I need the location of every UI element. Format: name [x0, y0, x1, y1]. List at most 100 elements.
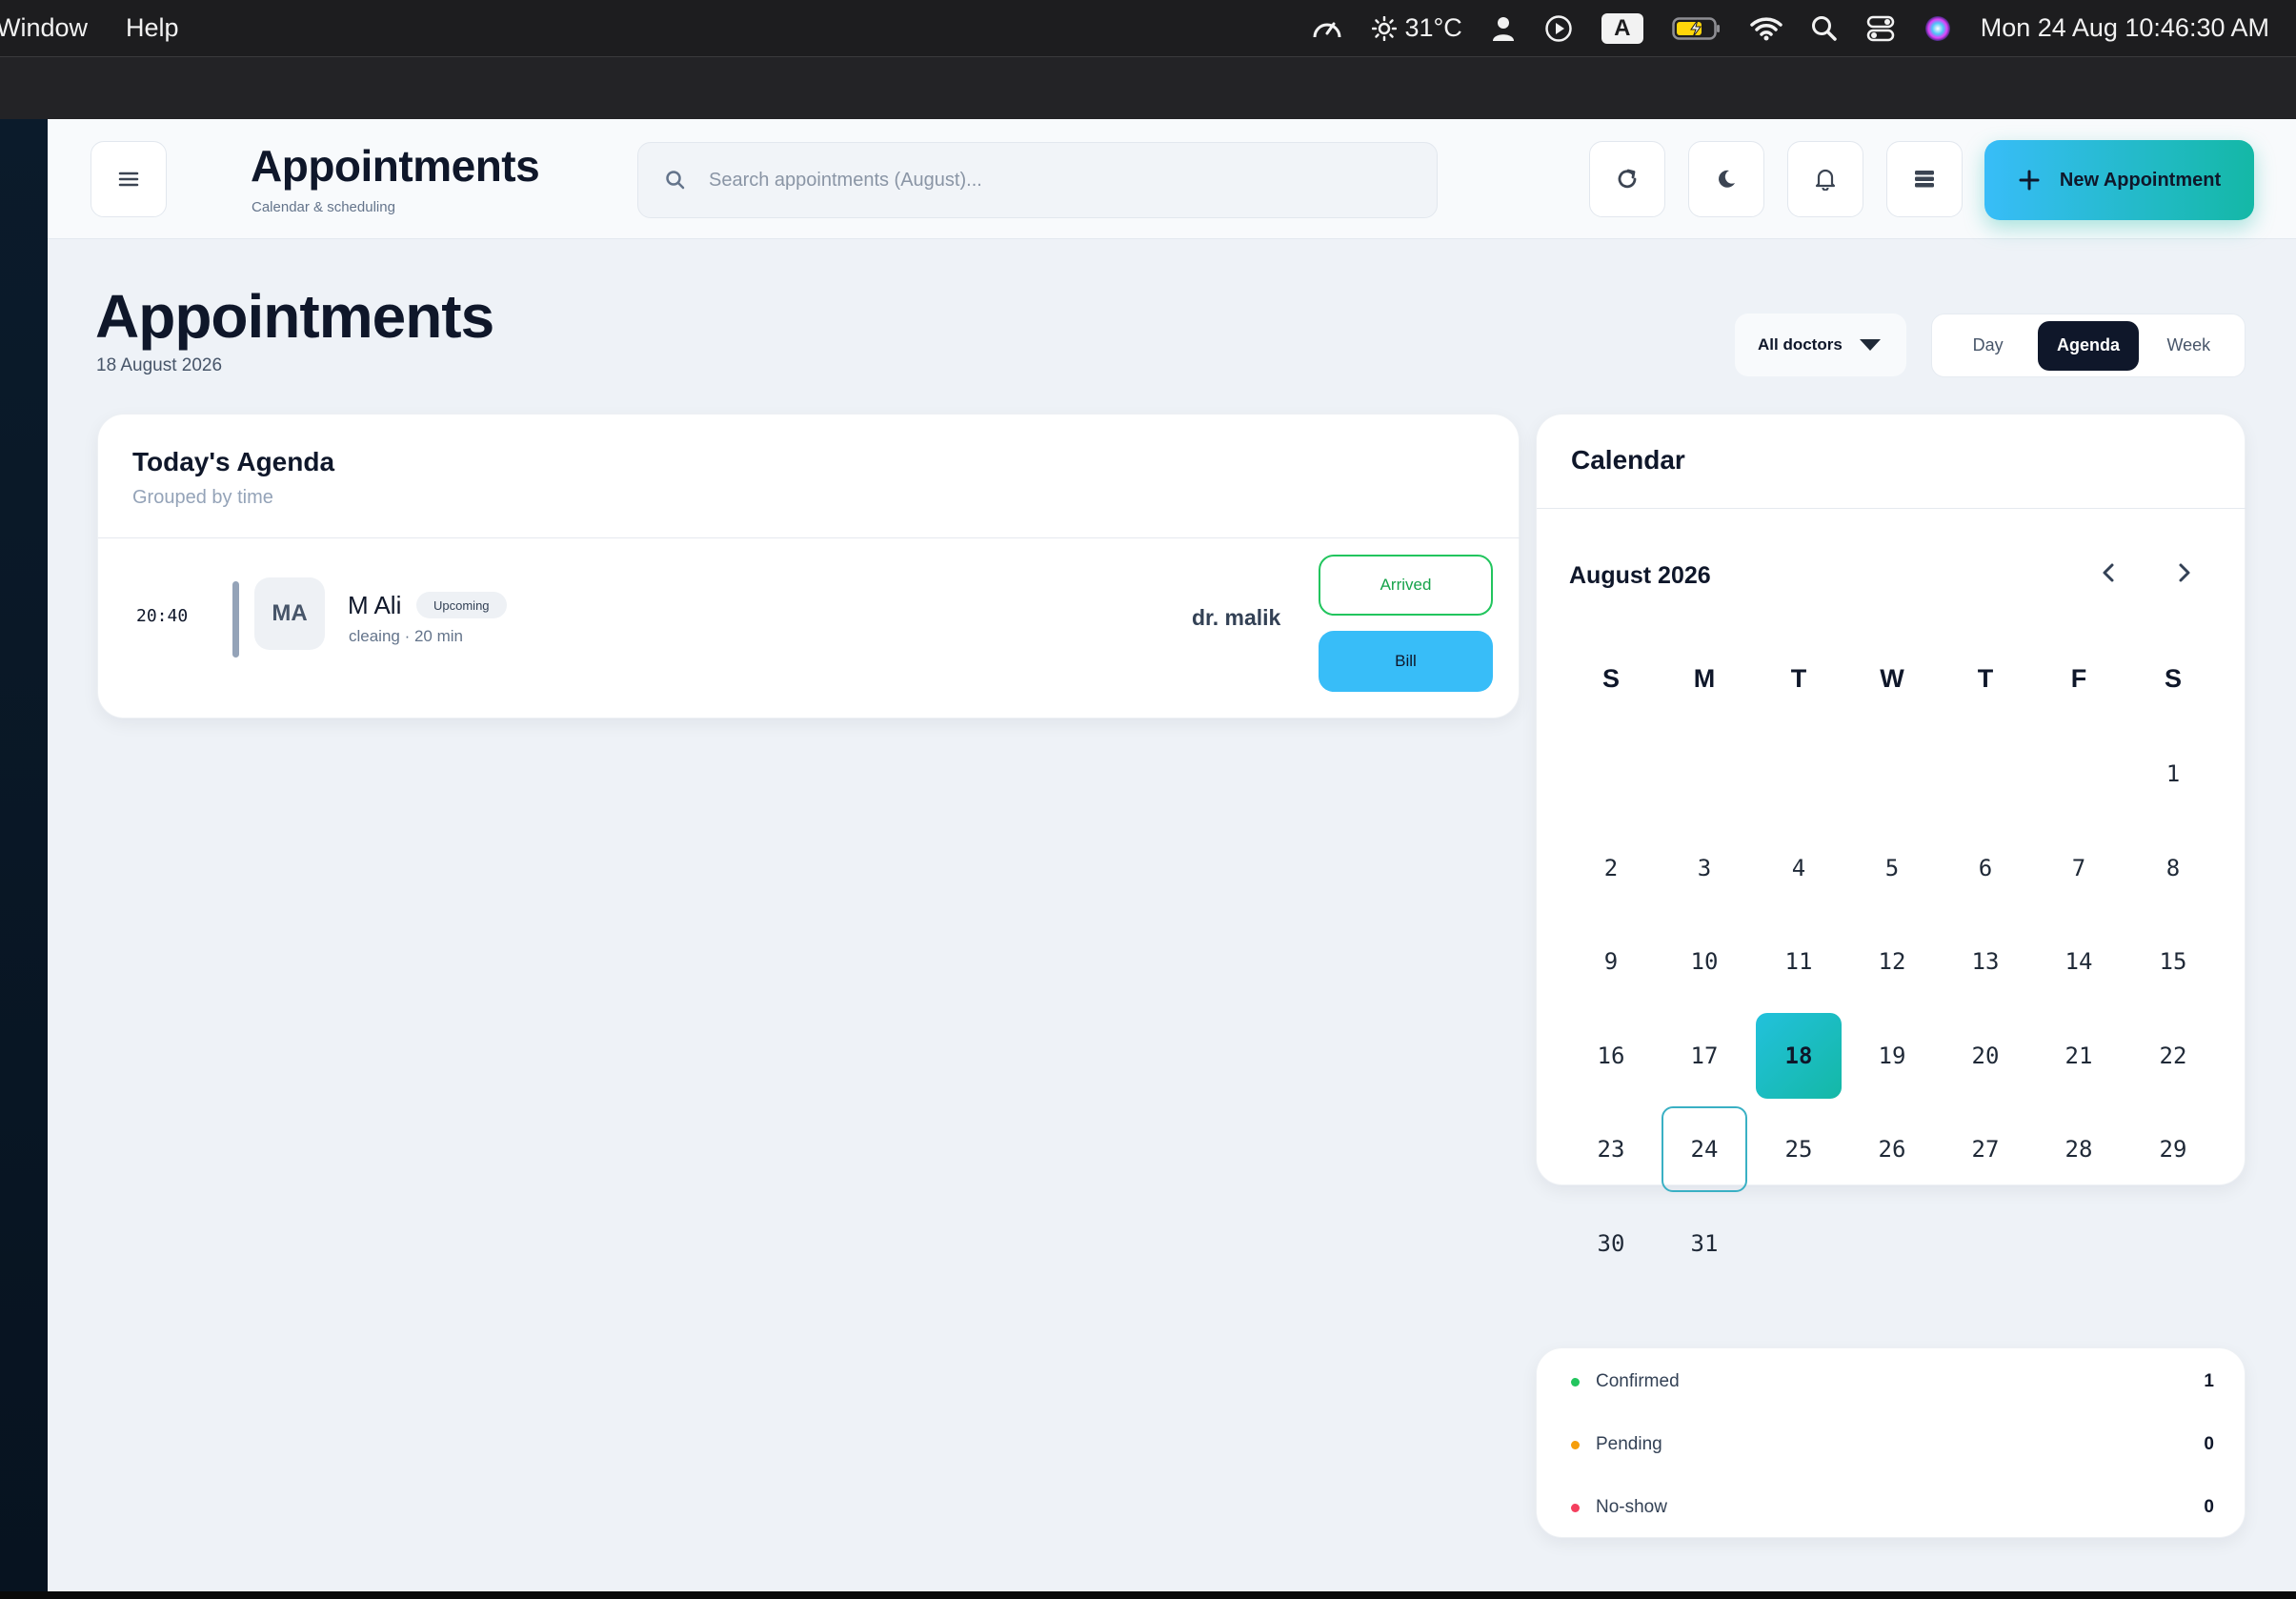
prev-month-button[interactable]: [2089, 554, 2127, 592]
refresh-button[interactable]: [1589, 141, 1665, 217]
calendar-day[interactable]: 17: [1662, 1013, 1747, 1099]
doctor-filter-select[interactable]: All doctors: [1735, 314, 1906, 376]
page-date: 18 August 2026: [96, 355, 223, 375]
bell-icon: [1815, 168, 1836, 191]
calendar-day[interactable]: 23: [1568, 1106, 1654, 1192]
calendar-day[interactable]: 14: [2036, 919, 2122, 1004]
bill-button[interactable]: Bill: [1319, 631, 1493, 692]
next-month-button[interactable]: [2165, 554, 2204, 592]
patient-name[interactable]: M Ali: [348, 591, 401, 620]
calendar-day[interactable]: 25: [1756, 1106, 1842, 1192]
spotlight-search-icon[interactable]: [1811, 15, 1838, 42]
page-title: Appointments: [95, 282, 494, 351]
calendar-day[interactable]: 15: [2130, 919, 2216, 1004]
weekday-header: W: [1880, 664, 1904, 693]
bottom-edge: [0, 1591, 2296, 1599]
control-center-icon[interactable]: [1866, 15, 1895, 42]
menu-window[interactable]: Window: [0, 13, 88, 43]
notifications-button[interactable]: [1787, 141, 1863, 217]
calendar-day[interactable]: 5: [1849, 825, 1935, 911]
legend-count: 0: [2204, 1497, 2214, 1517]
weekday-header: M: [1693, 664, 1716, 693]
calendar-day[interactable]: 29: [2130, 1106, 2216, 1192]
status-badge: Upcoming: [416, 592, 507, 618]
calendar-day[interactable]: 8: [2130, 825, 2216, 911]
view-week-tab[interactable]: Week: [2139, 321, 2239, 371]
calendar-day[interactable]: 21: [2036, 1013, 2122, 1099]
menubar-clock[interactable]: Mon 24 Aug 10:46:30 AM: [1981, 13, 2269, 43]
calendar-divider: [1537, 508, 2246, 509]
calendar-day[interactable]: 19: [1849, 1013, 1935, 1099]
calendar-day[interactable]: 1: [2130, 731, 2216, 817]
doctor-filter-value: All doctors: [1758, 335, 1843, 354]
calendar-day[interactable]: 11: [1756, 919, 1842, 1004]
calendar-day[interactable]: 7: [2036, 825, 2122, 911]
calendar-day[interactable]: 28: [2036, 1106, 2122, 1192]
app-subtitle: Calendar & scheduling: [252, 199, 395, 215]
calendar-title: Calendar: [1571, 445, 1685, 475]
calendar-day[interactable]: 2: [1568, 825, 1654, 911]
legend-label: Pending: [1596, 1434, 1662, 1454]
user-icon[interactable]: [1491, 15, 1516, 42]
weekday-header: T: [1977, 664, 1994, 693]
menu-icon: [117, 170, 140, 189]
status-bar: [232, 581, 239, 658]
doctor-name: dr. malik: [1192, 605, 1281, 630]
sun-icon: [1372, 15, 1398, 41]
top-bar: Appointments Calendar & scheduling Searc…: [48, 119, 2296, 239]
search-box[interactable]: [637, 142, 1438, 218]
list-view-button[interactable]: [1886, 141, 1963, 217]
search-icon: [665, 170, 686, 191]
agenda-divider: [98, 537, 1521, 538]
agenda-card: Today's Agenda Grouped by time 20:40 MA …: [97, 414, 1521, 719]
weekday-header: S: [2164, 664, 2182, 693]
weather-widget[interactable]: 31°C: [1372, 13, 1462, 43]
window-title-area: [0, 56, 2296, 119]
calendar-day[interactable]: 10: [1662, 919, 1747, 1004]
calendar-day[interactable]: 20: [1943, 1013, 2028, 1099]
legend-label: Confirmed: [1596, 1371, 1680, 1391]
speedometer-icon[interactable]: [1311, 14, 1343, 43]
view-switcher: Day Agenda Week: [1931, 314, 2246, 377]
new-appointment-label: New Appointment: [2059, 169, 2222, 191]
arrived-button[interactable]: Arrived: [1319, 555, 1493, 616]
calendar-day[interactable]: 9: [1568, 919, 1654, 1004]
legend-count: 1: [2204, 1371, 2214, 1391]
view-day-tab[interactable]: Day: [1938, 321, 2038, 371]
new-appointment-button[interactable]: New Appointment: [1984, 140, 2254, 220]
calendar-day[interactable]: 27: [1943, 1106, 2028, 1192]
legend-label: No-show: [1596, 1497, 1667, 1517]
calendar-day-today[interactable]: 24: [1662, 1106, 1747, 1192]
play-icon[interactable]: [1544, 14, 1573, 43]
calendar-day[interactable]: 13: [1943, 919, 2028, 1004]
calendar-day[interactable]: 4: [1756, 825, 1842, 911]
weekday-header: S: [1601, 664, 1620, 693]
calendar-day[interactable]: 16: [1568, 1013, 1654, 1099]
refresh-icon: [1615, 167, 1640, 192]
wifi-icon[interactable]: [1750, 16, 1782, 41]
caret-down-icon: [1859, 339, 1881, 351]
calendar-day-selected[interactable]: 18: [1756, 1012, 1842, 1099]
dark-mode-button[interactable]: [1688, 141, 1764, 217]
view-agenda-tab[interactable]: Agenda: [2038, 320, 2139, 371]
agenda-title: Today's Agenda: [132, 447, 335, 476]
calendar-day[interactable]: 12: [1849, 919, 1935, 1004]
battery-icon[interactable]: [1672, 16, 1722, 41]
calendar-day[interactable]: 6: [1943, 825, 2028, 911]
menu-help[interactable]: Help: [126, 13, 179, 43]
input-source-icon[interactable]: A: [1601, 12, 1643, 44]
calendar-month-label: August 2026: [1569, 562, 1711, 589]
calendar-day[interactable]: 26: [1849, 1106, 1935, 1192]
search-input[interactable]: [709, 169, 1376, 192]
appointment-meta: cleaing · 20 min: [349, 627, 464, 645]
menu-button[interactable]: [91, 141, 167, 217]
appointment-time: 20:40: [136, 606, 189, 626]
calendar-day[interactable]: 31: [1662, 1201, 1747, 1286]
weather-temp: 31°C: [1404, 13, 1462, 42]
siri-icon[interactable]: [1923, 14, 1952, 43]
chevron-left-icon: [2101, 562, 2116, 583]
calendar-day[interactable]: 22: [2130, 1013, 2216, 1099]
calendar-day[interactable]: 3: [1662, 825, 1747, 911]
avatar: MA: [254, 577, 325, 650]
calendar-day[interactable]: 30: [1568, 1201, 1654, 1286]
